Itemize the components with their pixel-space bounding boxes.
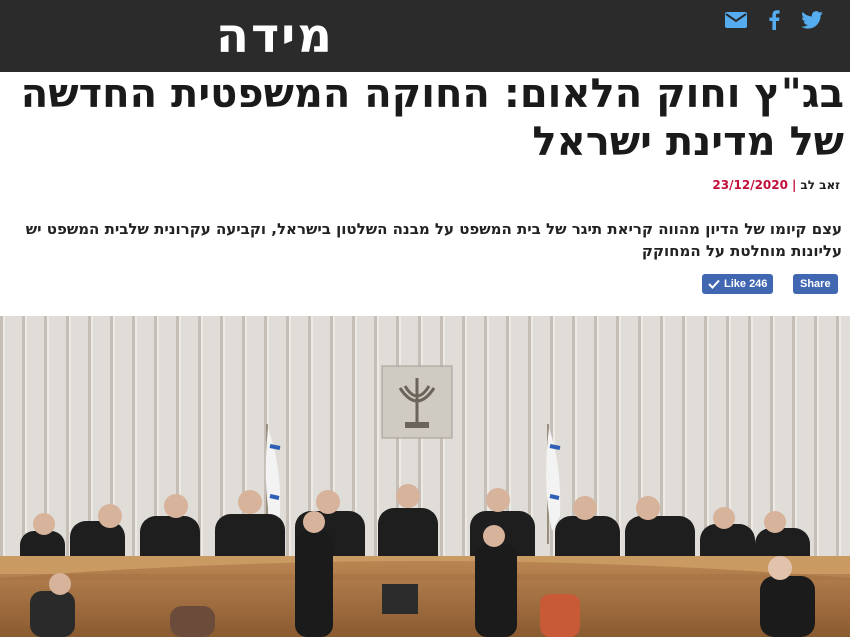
article-author[interactable]: זאב לב — [800, 178, 840, 192]
article-meta: זאב לב|23/12/2020 — [712, 178, 840, 192]
article-lead: עצם קיומו של הדיון מהווה קריאת תיגר של ב… — [25, 220, 842, 260]
twitter-icon[interactable] — [799, 8, 825, 32]
facebook-share-label: Share — [800, 278, 831, 290]
article-title: בג"ץ וחוק הלאום: החוקה המשפטית החדשה של … — [20, 71, 844, 165]
article-photo — [0, 316, 850, 637]
facebook-share-button[interactable]: Share — [793, 274, 838, 294]
email-icon[interactable] — [723, 8, 749, 32]
site-logo[interactable]: מידה — [200, 6, 350, 66]
facebook-like-label: Like 246 — [724, 278, 768, 290]
supreme-court-photo — [0, 316, 850, 637]
site-header: מידה — [0, 0, 850, 72]
facebook-like-button[interactable]: Like 246 — [702, 274, 774, 294]
checkmark-icon — [708, 279, 720, 289]
article-date: 23/12/2020 — [712, 178, 788, 192]
meta-separator: | — [791, 178, 797, 192]
facebook-icon[interactable] — [761, 8, 787, 32]
